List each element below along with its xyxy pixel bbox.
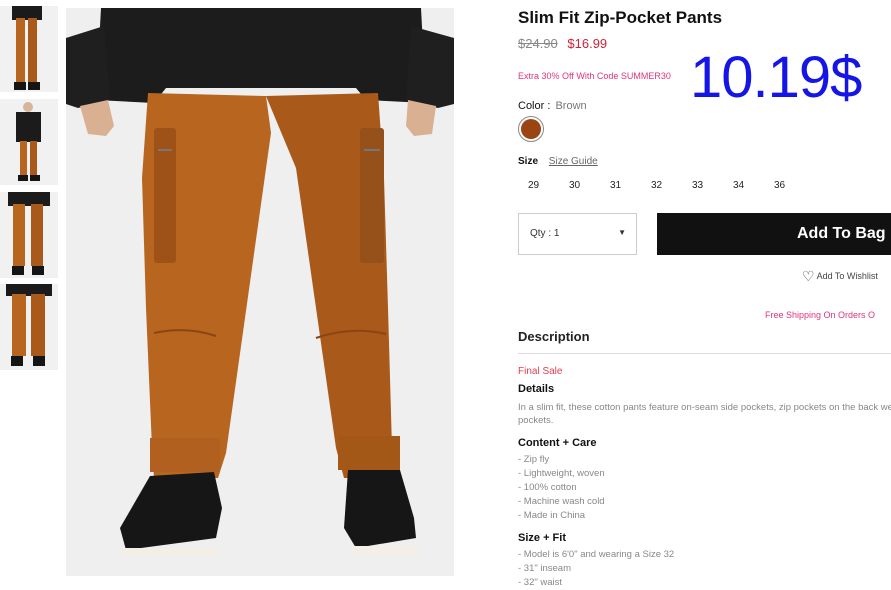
price-row: $24.90 $16.99	[518, 36, 607, 51]
divider	[518, 353, 891, 354]
list-item: - 32" waist	[518, 577, 563, 588]
add-to-bag-label: Add To Bag	[797, 225, 886, 242]
size-row: Size Size Guide	[518, 156, 598, 167]
wishlist-label: Add To Wishlist	[816, 270, 878, 281]
size-options: 29 30 31 32 33 34 36	[518, 180, 818, 194]
size-option-33[interactable]: 33	[692, 180, 703, 191]
size-option-29[interactable]: 29	[528, 180, 539, 191]
product-title: Slim Fit Zip-Pocket Pants	[518, 8, 723, 27]
quantity-value: Qty : 1	[530, 228, 560, 239]
sale-price: $16.99	[567, 36, 608, 51]
add-to-bag-button[interactable]: Add To Bag	[657, 213, 891, 255]
color-label: Color :	[518, 100, 551, 112]
list-item: - Lightweight, woven	[518, 468, 605, 479]
size-guide-link[interactable]: Size Guide	[549, 156, 598, 167]
color-swatch-brown[interactable]	[518, 116, 544, 142]
original-price: $24.90	[518, 36, 558, 51]
swatch-fill	[521, 119, 541, 139]
main-product-image[interactable]	[66, 8, 454, 576]
color-value: Brown	[555, 100, 587, 112]
list-item: - Made in China	[518, 510, 586, 521]
size-fit-heading: Size + Fit	[518, 532, 566, 544]
thumbnail-front-pants[interactable]	[0, 192, 58, 278]
list-item: - Model is 6'0" and wearing a Size 32	[518, 549, 675, 560]
promo-code-text: Extra 30% Off With Code SUMMER30	[518, 71, 671, 81]
size-fit-list: - Model is 6'0" and wearing a Size 32 - …	[518, 548, 674, 590]
size-option-36[interactable]: 36	[774, 180, 785, 191]
heart-icon: ♡	[802, 268, 815, 284]
product-info-panel: Slim Fit Zip-Pocket Pants $24.90 $16.99 …	[518, 0, 891, 588]
free-shipping-text: Free Shipping On Orders O	[765, 310, 876, 320]
description-heading: Description	[518, 329, 590, 344]
thumbnail-full-front[interactable]	[0, 99, 58, 185]
final-sale-label: Final Sale	[518, 366, 563, 377]
list-item: - Machine wash cold	[518, 496, 605, 507]
size-label: Size	[518, 156, 539, 167]
add-to-wishlist-link[interactable]: ♡ Add To Wishlist	[802, 268, 878, 285]
size-option-34[interactable]: 34	[733, 180, 744, 191]
chevron-down-icon: ▼	[618, 228, 626, 237]
content-care-list: - Zip fly - Lightweight, woven - 100% co…	[518, 453, 605, 523]
details-heading: Details	[518, 383, 555, 395]
quantity-select[interactable]: Qty : 1 ▼	[518, 213, 637, 255]
thumbnail-back-pants[interactable]	[0, 284, 58, 370]
list-item: - 100% cotton	[518, 482, 577, 493]
size-option-32[interactable]: 32	[651, 180, 662, 191]
list-item: - 31" inseam	[518, 563, 572, 574]
size-option-31[interactable]: 31	[610, 180, 621, 191]
details-text: In a slim fit, these cotton pants featur…	[518, 402, 891, 426]
content-care-heading: Content + Care	[518, 437, 597, 449]
list-item: - Zip fly	[518, 454, 550, 465]
color-row: Color : Brown	[518, 100, 587, 112]
thumbnail-front-crop[interactable]	[0, 6, 58, 92]
size-option-30[interactable]: 30	[569, 180, 580, 191]
